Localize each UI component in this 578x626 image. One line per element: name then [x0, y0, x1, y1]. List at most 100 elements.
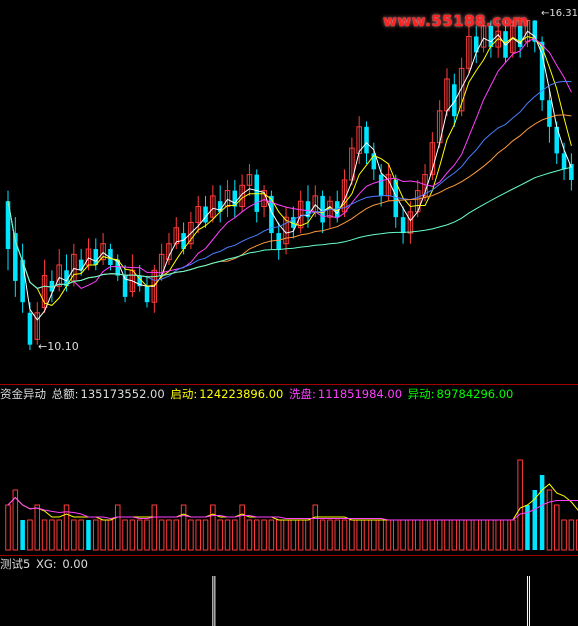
- candle-body: [276, 233, 281, 250]
- volume-bar: [436, 519, 443, 551]
- volume-bar: [510, 519, 516, 551]
- volume-bar: [224, 519, 231, 551]
- volume-bar: [275, 519, 282, 551]
- volume-bar: [253, 519, 260, 551]
- ma60-line: [7, 166, 572, 289]
- volume-bar: [188, 519, 194, 551]
- volume-bar: [429, 519, 436, 551]
- volume-bar: [78, 519, 84, 551]
- volume-bar: [385, 519, 392, 551]
- volume-bar: [305, 519, 311, 551]
- volume-bar: [319, 519, 326, 551]
- candle-body: [400, 217, 406, 234]
- volume-bar: [502, 519, 509, 551]
- low-price-value: 10.10: [47, 340, 79, 353]
- volume-bar: [166, 519, 172, 551]
- volume-bar: [480, 519, 487, 551]
- volume-bar: [180, 504, 187, 551]
- volume-bar: [546, 489, 553, 551]
- volume-bar: [568, 519, 575, 551]
- volume-bar: [86, 520, 91, 550]
- volume-bar: [93, 519, 99, 551]
- pane-separator-1[interactable]: [0, 384, 578, 385]
- fund-flow-canvas: [5, 459, 578, 551]
- ma20-line: [7, 80, 572, 289]
- volume-bar: [458, 519, 465, 551]
- ma30-line: [7, 114, 572, 289]
- volume-bar: [407, 519, 414, 551]
- fund-flow-pane[interactable]: 资金异动 总额: 135173552.00 启动: 124223896.00 洗盘:…: [0, 386, 578, 554]
- candle-body: [254, 174, 260, 212]
- volume-bar: [356, 519, 362, 551]
- volume-bar: [268, 519, 275, 551]
- volume-bar: [473, 519, 480, 551]
- volume-bar: [422, 519, 428, 551]
- volume-bar: [393, 519, 399, 551]
- volume-bar: [553, 504, 560, 551]
- volume-bar: [561, 519, 567, 551]
- volume-bar: [114, 504, 121, 551]
- volume-bar: [107, 519, 114, 551]
- volume-bar: [27, 519, 33, 551]
- volume-bar: [195, 519, 201, 551]
- volume-bar: [297, 519, 304, 551]
- candle-body: [503, 31, 508, 58]
- test-indicator-pane[interactable]: 测试5 XG: 0.00: [0, 556, 578, 626]
- candle-body: [27, 312, 33, 345]
- volume-bar: [5, 504, 11, 551]
- volume-bar: [173, 519, 180, 551]
- volume-bar: [539, 475, 545, 550]
- volume-bar: [100, 519, 106, 551]
- volume-bar: [239, 504, 245, 551]
- volume-bar: [122, 519, 128, 551]
- high-price-label: ←16.31: [541, 8, 578, 19]
- volume-ma5-line: [7, 483, 578, 521]
- volume-bar: [495, 519, 501, 551]
- volume-bar: [363, 519, 370, 551]
- volume-bar: [129, 519, 136, 551]
- volume-bar: [349, 519, 355, 551]
- volume-bar: [41, 519, 48, 551]
- volume-bar: [136, 519, 143, 551]
- volume-bar: [378, 519, 384, 551]
- high-price-value: 16.31: [549, 8, 578, 19]
- volume-bar: [371, 519, 377, 551]
- volume-bar: [246, 519, 253, 551]
- volume-bar: [56, 519, 62, 551]
- volume-bar: [451, 519, 458, 551]
- candle-body: [144, 286, 150, 303]
- volume-bar: [151, 504, 158, 551]
- volume-bar: [283, 519, 289, 551]
- volume-bar: [334, 519, 341, 551]
- volume-bar: [312, 504, 319, 551]
- candle-body: [547, 100, 552, 127]
- candle-body: [561, 153, 567, 170]
- test-indicator-canvas: [212, 576, 530, 626]
- volume-bar: [210, 504, 216, 551]
- volume-bar: [144, 519, 150, 551]
- volume-bar: [49, 519, 55, 551]
- volume-bar: [327, 519, 333, 551]
- low-price-prefix: ←: [38, 340, 48, 353]
- candle-body: [364, 126, 369, 154]
- ma3-line: [7, 30, 572, 321]
- volume-bar: [488, 519, 494, 551]
- volume-ma10-line: [7, 496, 578, 521]
- volume-bar: [466, 519, 472, 551]
- price-chart-canvas: [5, 20, 574, 350]
- watermark-logo: www.55188.com: [383, 12, 529, 30]
- volume-bar: [158, 519, 165, 551]
- volume-bar: [217, 519, 223, 551]
- volume-bar: [34, 504, 41, 551]
- candle-body: [78, 259, 84, 271]
- volume-bar: [341, 519, 348, 551]
- volume-bar: [290, 519, 297, 551]
- low-price-label: ←10.10: [38, 340, 79, 353]
- volume-bar: [400, 519, 406, 551]
- volume-bar: [202, 519, 209, 551]
- price-chart-pane[interactable]: www.55188.com ←16.31 ←10.10: [0, 0, 578, 384]
- volume-bar: [444, 519, 450, 551]
- candle-body: [452, 84, 457, 117]
- volume-bar: [261, 519, 267, 551]
- ma5-line: [7, 35, 572, 306]
